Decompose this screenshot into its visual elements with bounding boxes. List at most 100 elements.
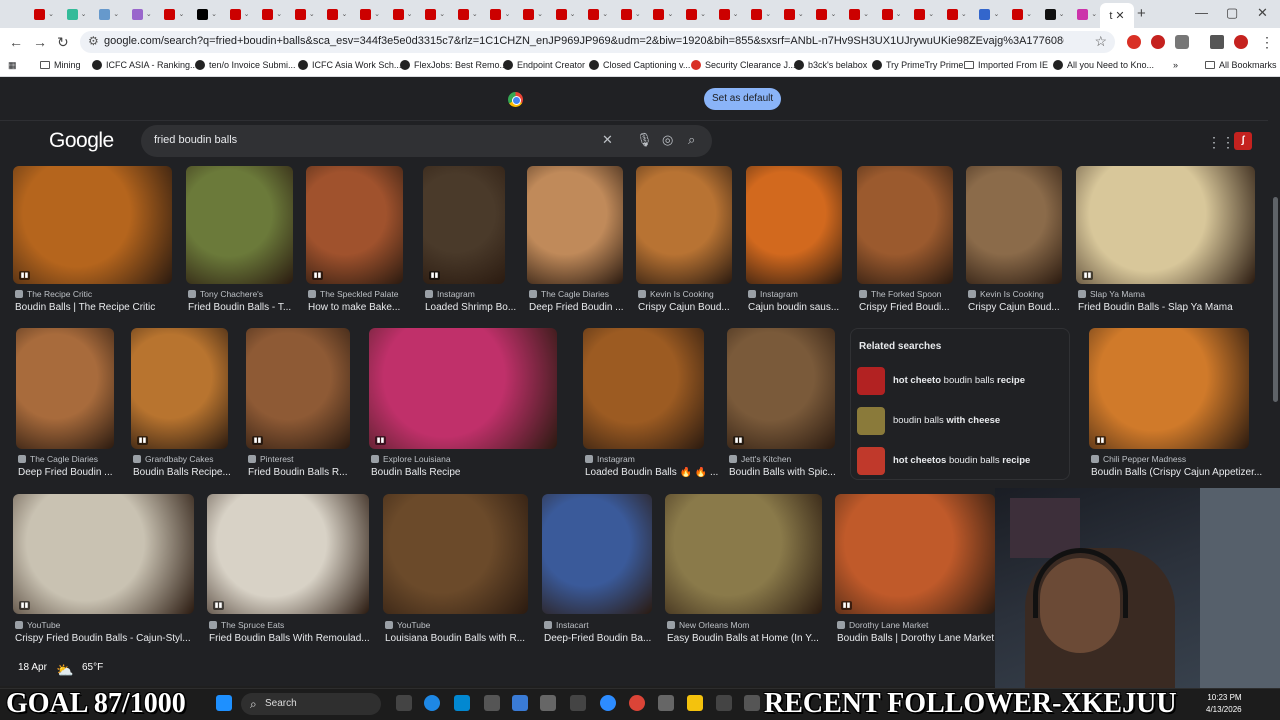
result-thumbnail[interactable]: ▮▮ <box>13 166 172 284</box>
result-title[interactable]: Crispy Cajun Boud... <box>638 302 748 313</box>
app-icon[interactable] <box>716 695 732 711</box>
result-thumbnail[interactable] <box>527 166 623 284</box>
reload-icon[interactable]: ↻ <box>57 34 69 51</box>
taskbar-search[interactable]: Search <box>241 693 381 715</box>
result-source[interactable]: The Spruce Eats <box>209 620 371 630</box>
more-bookmarks-icon[interactable]: » <box>1173 60 1178 70</box>
browser-tab[interactable]: ⌄ <box>584 5 612 23</box>
result-source[interactable]: Instagram <box>425 289 507 299</box>
forward-icon[interactable]: → <box>33 34 47 50</box>
result-source[interactable]: Instagram <box>748 289 844 299</box>
result-source[interactable]: Grandbaby Cakes <box>133 454 230 464</box>
result-source[interactable]: The Recipe Critic <box>15 289 174 299</box>
result-title[interactable]: Crispy Cajun Boud... <box>968 302 1078 313</box>
bookmark-item[interactable]: ten/o Invoice Submi... <box>195 60 296 70</box>
set-default-button[interactable]: Set as default <box>704 88 782 110</box>
result-source[interactable]: Tony Chachere's <box>188 289 295 299</box>
related-search-item[interactable]: boudin balls with cheese <box>857 407 1063 437</box>
result-thumbnail[interactable]: ▮▮ <box>131 328 228 449</box>
browser-tab[interactable]: ⌄ <box>356 5 384 23</box>
browser-tab[interactable]: ⌄ <box>715 5 743 23</box>
result-thumbnail[interactable] <box>636 166 732 284</box>
close-window-icon[interactable]: ✕ <box>1257 5 1268 21</box>
app-icon[interactable] <box>512 695 528 711</box>
app-icon[interactable] <box>570 695 586 711</box>
app-icon[interactable] <box>658 695 674 711</box>
result-title[interactable]: Loaded Shrimp Bo... <box>425 302 521 313</box>
result-thumbnail[interactable]: ▮▮ <box>13 494 194 614</box>
app-icon[interactable] <box>744 695 760 711</box>
result-source[interactable]: The Cagle Diaries <box>18 454 116 464</box>
media-controls-icon[interactable] <box>1210 35 1224 49</box>
result-title[interactable]: Fried Boudin Balls - T... <box>188 302 309 313</box>
bookmark-item[interactable]: Closed Captioning v... <box>589 60 690 70</box>
bookmark-item[interactable]: Security Clearance J... <box>691 60 796 70</box>
maximize-icon[interactable]: ▢ <box>1226 5 1238 21</box>
chrome-icon[interactable] <box>629 695 645 711</box>
result-title[interactable]: Fried Boudin Balls With Remoulad... <box>209 633 385 644</box>
browser-tab[interactable]: ⌄ <box>975 5 1003 23</box>
extensions-puzzle-icon[interactable] <box>1175 35 1189 49</box>
browser-tab[interactable]: ⌄ <box>95 5 123 23</box>
search-icon[interactable]: ⌕ <box>688 132 695 148</box>
result-thumbnail[interactable] <box>16 328 114 449</box>
browser-tab[interactable]: ⌄ <box>812 5 840 23</box>
close-tab-icon[interactable]: ✕ <box>1115 9 1124 22</box>
related-search-item[interactable]: hot cheetos boudin balls recipe <box>857 447 1063 477</box>
browser-tab[interactable]: ⌄ <box>552 5 580 23</box>
bookmark-item[interactable]: Endpoint Creator <box>503 60 585 70</box>
browser-tab[interactable]: ⌄ <box>1041 5 1069 23</box>
lens-icon[interactable]: ◎ <box>662 132 673 148</box>
browser-tab[interactable]: ⌄ <box>1008 5 1036 23</box>
browser-tab[interactable]: ⌄ <box>63 5 91 23</box>
bookmark-item[interactable]: ICFC ASIA - Ranking... <box>92 60 198 70</box>
result-title[interactable]: Cajun boudin saus... <box>748 302 858 313</box>
browser-tab[interactable]: ⌄ <box>682 5 710 23</box>
browser-tab[interactable]: ⌄ <box>128 5 156 23</box>
browser-tab[interactable]: ⌄ <box>747 5 775 23</box>
menu-icon[interactable]: ⋮ <box>1260 34 1274 51</box>
start-icon[interactable] <box>216 695 232 711</box>
bookmark-item[interactable]: Try PrimeTry Prime <box>872 60 963 70</box>
system-clock[interactable]: 10:23 PM 4/13/2026 <box>1206 692 1242 716</box>
result-thumbnail[interactable]: ▮▮ <box>727 328 835 449</box>
bookmark-star-icon[interactable]: ☆ <box>1094 33 1107 50</box>
browser-tab[interactable]: ⌄ <box>421 5 449 23</box>
result-title[interactable]: How to make Bake... <box>308 302 419 313</box>
browser-tab[interactable]: ⌄ <box>160 5 188 23</box>
result-thumbnail[interactable]: ▮▮ <box>1089 328 1249 449</box>
browser-tab[interactable]: ⌄ <box>193 5 221 23</box>
browser-tab[interactable]: ⌄ <box>226 5 254 23</box>
bookmark-item[interactable]: FlexJobs: Best Remo... <box>400 60 507 70</box>
browser-tab[interactable]: ⌄ <box>780 5 808 23</box>
page-scrollbar[interactable] <box>1273 197 1278 402</box>
result-thumbnail[interactable]: ▮▮ <box>835 494 995 614</box>
result-title[interactable]: Loaded Boudin Balls 🔥 🔥 ... <box>585 467 720 478</box>
result-thumbnail[interactable] <box>665 494 822 614</box>
result-thumbnail[interactable] <box>746 166 842 284</box>
back-icon[interactable]: ← <box>9 34 23 50</box>
result-title[interactable]: Crispy Fried Boudin Balls - Cajun-Styl..… <box>15 633 210 644</box>
google-logo[interactable]: Google <box>49 129 114 153</box>
result-thumbnail[interactable] <box>542 494 652 614</box>
app-icon[interactable] <box>540 695 556 711</box>
result-thumbnail[interactable]: ▮▮ <box>306 166 403 284</box>
edge-icon[interactable] <box>424 695 440 711</box>
result-source[interactable]: Instacart <box>544 620 654 630</box>
browser-tab[interactable]: ⌄ <box>291 5 319 23</box>
result-source[interactable]: Explore Louisiana <box>371 454 559 464</box>
result-source[interactable]: The Speckled Palate <box>308 289 405 299</box>
result-source[interactable]: YouTube <box>385 620 530 630</box>
result-title[interactable]: Easy Boudin Balls at Home (In Y... <box>667 633 838 644</box>
result-title[interactable]: Louisiana Boudin Balls with R... <box>385 633 544 644</box>
bookmark-item[interactable]: All you Need to Kno... <box>1053 60 1154 70</box>
related-search-item[interactable]: hot cheeto boudin balls recipe <box>857 367 1063 397</box>
result-title[interactable]: Boudin Balls (Crispy Cajun Appetizer... <box>1091 467 1265 478</box>
result-thumbnail[interactable]: ▮▮ <box>423 166 505 284</box>
result-thumbnail[interactable]: ▮▮ <box>369 328 557 449</box>
account-avatar[interactable]: ʃ <box>1234 132 1252 150</box>
result-title[interactable]: Boudin Balls Recipe <box>371 467 573 478</box>
result-source[interactable]: Kevin Is Cooking <box>638 289 734 299</box>
result-title[interactable]: Fried Boudin Balls R... <box>248 467 366 478</box>
result-thumbnail[interactable] <box>186 166 293 284</box>
